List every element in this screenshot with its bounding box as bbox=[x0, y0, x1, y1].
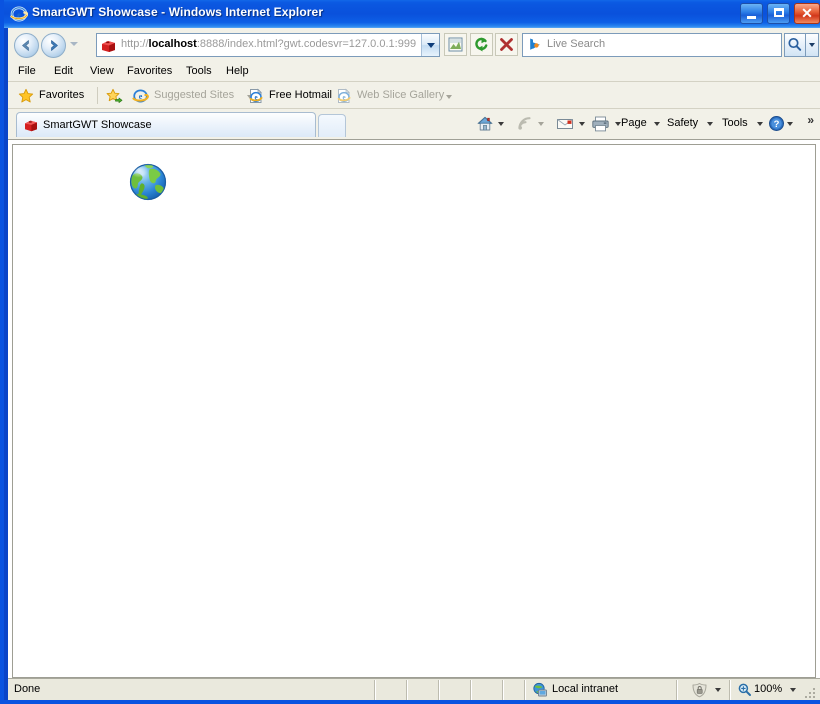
local-intranet-icon bbox=[532, 682, 548, 698]
compatibility-view-button[interactable] bbox=[444, 33, 467, 56]
red-toolbox-icon bbox=[23, 117, 39, 133]
refresh-button[interactable] bbox=[470, 33, 493, 56]
window-controls: ✕ bbox=[739, 3, 820, 25]
menu-item-favorites[interactable]: Favorites bbox=[127, 65, 172, 77]
toolbar-overflow-button[interactable]: » bbox=[807, 113, 814, 127]
shield-lock-icon[interactable] bbox=[691, 682, 708, 698]
window-title: SmartGWT Showcase - Windows Internet Exp… bbox=[32, 5, 324, 19]
chevron-down-icon[interactable] bbox=[787, 122, 793, 126]
svg-text:e: e bbox=[342, 94, 345, 102]
chevron-down-icon[interactable] bbox=[715, 688, 721, 692]
recent-pages-dropdown-icon[interactable] bbox=[70, 42, 78, 46]
search-button[interactable] bbox=[784, 33, 806, 57]
menu-item-file[interactable]: File bbox=[18, 65, 36, 77]
title-bar: e SmartGWT Showcase - Windows Internet E… bbox=[4, 0, 820, 28]
favorites-bar: Favorites e Suggested Sites e Free Hotma… bbox=[8, 82, 820, 109]
address-dropdown-icon[interactable] bbox=[421, 34, 439, 56]
url-suffix: :8888/index.html?gwt.codesvr=127.0.0.1:9… bbox=[196, 38, 417, 50]
status-cell-divider bbox=[374, 680, 376, 700]
resize-grip[interactable] bbox=[805, 686, 818, 699]
menu-item-tools[interactable]: Tools bbox=[186, 65, 212, 77]
menu-item-view[interactable]: View bbox=[90, 65, 114, 77]
security-zone-label: Local intranet bbox=[552, 683, 619, 695]
page-content bbox=[12, 144, 816, 678]
search-input[interactable]: Live Search bbox=[522, 33, 782, 57]
maximize-button[interactable] bbox=[766, 3, 790, 24]
status-cell-divider bbox=[502, 680, 504, 700]
menu-item-help[interactable]: Help bbox=[226, 65, 249, 77]
tab-bar: SmartGWT Showcase Page Safety Tools ? » bbox=[8, 109, 820, 139]
chevron-down-icon[interactable] bbox=[498, 122, 504, 126]
status-message: Done bbox=[14, 683, 41, 695]
forward-button[interactable] bbox=[41, 33, 66, 58]
url-prefix: http:// bbox=[121, 38, 149, 50]
svg-text:e: e bbox=[254, 94, 257, 102]
svg-text:e: e bbox=[17, 9, 21, 19]
favorites-item-label: Web Slice Gallery bbox=[357, 89, 445, 101]
tools-menu-label: Tools bbox=[722, 117, 748, 129]
chevron-down-icon[interactable] bbox=[446, 95, 452, 99]
status-bar: Done Local intranet 100% bbox=[8, 678, 820, 700]
status-cell-divider bbox=[729, 680, 731, 700]
search-placeholder: Live Search bbox=[547, 38, 606, 50]
magnifier-icon[interactable] bbox=[737, 682, 752, 697]
chevron-down-icon[interactable] bbox=[707, 122, 713, 126]
address-toolbar: http://localhost:8888/index.html?gwt.cod… bbox=[8, 28, 820, 62]
search-options-dropdown-icon[interactable] bbox=[806, 33, 819, 57]
tab-smartgwt-showcase[interactable]: SmartGWT Showcase bbox=[16, 112, 316, 137]
chevron-down-icon[interactable] bbox=[790, 688, 796, 692]
close-button[interactable]: ✕ bbox=[794, 3, 820, 24]
url-host: localhost bbox=[148, 38, 197, 50]
red-toolbox-icon bbox=[100, 37, 117, 54]
page-viewport bbox=[8, 139, 820, 678]
globe-earth-icon bbox=[128, 162, 168, 202]
status-cell-divider bbox=[676, 680, 678, 700]
back-button[interactable] bbox=[14, 33, 39, 58]
browser-window: e SmartGWT Showcase - Windows Internet E… bbox=[0, 0, 820, 704]
chevron-down-icon[interactable] bbox=[579, 122, 585, 126]
maximize-icon bbox=[773, 8, 784, 17]
svg-text:e: e bbox=[139, 92, 143, 101]
favorites-item-label: Suggested Sites bbox=[154, 89, 235, 101]
address-url: http://localhost:8888/index.html?gwt.cod… bbox=[121, 38, 416, 50]
chevron-down-icon[interactable] bbox=[757, 122, 763, 126]
menu-item-edit[interactable]: Edit bbox=[54, 65, 73, 77]
chevron-down-icon[interactable] bbox=[654, 122, 660, 126]
favorites-divider bbox=[97, 87, 98, 104]
safety-menu-label: Safety bbox=[667, 117, 699, 129]
status-cell-divider bbox=[438, 680, 440, 700]
menu-bar: File Edit View Favorites Tools Help bbox=[8, 62, 820, 82]
favorites-label: Favorites bbox=[39, 89, 85, 101]
svg-text:?: ? bbox=[774, 119, 780, 130]
zoom-level-label: 100% bbox=[754, 683, 783, 695]
minimize-button[interactable] bbox=[739, 3, 763, 24]
chevron-down-icon bbox=[538, 122, 544, 126]
favorites-item-label: Free Hotmail bbox=[269, 89, 332, 101]
bing-b-logo bbox=[527, 37, 543, 53]
internet-explorer-icon: e bbox=[10, 5, 29, 23]
status-cell-divider bbox=[406, 680, 408, 700]
stop-button[interactable] bbox=[495, 33, 518, 56]
status-cell-divider bbox=[524, 680, 526, 700]
minimize-icon bbox=[746, 16, 756, 19]
tab-label: SmartGWT Showcase bbox=[43, 119, 152, 131]
close-icon: ✕ bbox=[801, 5, 813, 21]
status-cell-divider bbox=[470, 680, 472, 700]
address-input[interactable]: http://localhost:8888/index.html?gwt.cod… bbox=[96, 33, 440, 57]
browser-chrome: http://localhost:8888/index.html?gwt.cod… bbox=[8, 28, 820, 139]
page-menu-label: Page bbox=[621, 117, 647, 129]
new-tab-button[interactable] bbox=[318, 114, 346, 137]
